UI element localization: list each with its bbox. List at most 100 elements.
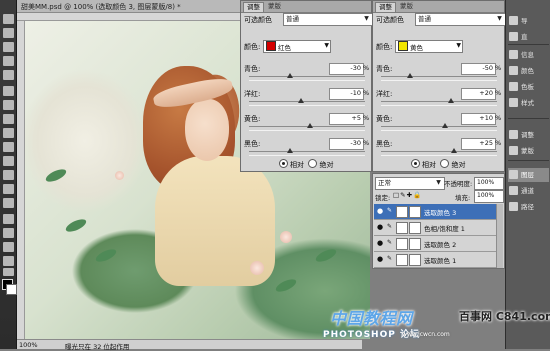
radio-absolute[interactable] [308,159,318,168]
slider-value-field[interactable]: -30 [329,138,364,150]
slider-thumb[interactable] [450,148,457,153]
layer-mask-thumbnail[interactable] [409,254,421,266]
fill-field[interactable]: 100% [474,190,504,203]
radio-relative[interactable] [279,159,288,168]
dock-item[interactable]: 颜色 [508,64,549,78]
colors-dropdown[interactable]: 红色 ▼ [263,40,331,53]
dock-item[interactable]: 通道 [508,184,549,198]
percent-sign: % [495,64,502,72]
preset-dropdown[interactable]: 普通 ▼ [415,13,506,26]
slider-track[interactable] [381,73,497,81]
slider-value-field[interactable]: +20 [461,88,496,100]
layers-panel: 正常 ▼ 不透明度: 100% 锁定: □✎✚🔒 填充: 100% ● ✎ 选取颜色… [372,173,505,269]
opacity-field[interactable]: 100% [474,177,504,190]
slider-label: 黑色: [376,140,393,148]
marquee-tool-icon[interactable] [3,28,14,38]
radio-relative[interactable] [411,159,420,168]
percent-sign: % [495,139,502,147]
dock-item[interactable]: 色板 [508,80,549,94]
dock-item[interactable]: 图层 [508,168,549,182]
slider-thumb[interactable] [298,98,305,103]
status-bar: 100% 曝光只在 32 位起作用 [17,339,362,351]
path-select-tool-icon[interactable] [3,242,14,252]
hand-tool-icon[interactable] [3,268,14,276]
shape-tool-icon[interactable] [3,256,14,266]
tab-masks[interactable]: 蒙版 [397,2,416,11]
slider-track[interactable] [381,123,497,131]
lasso-tool-icon[interactable] [3,42,14,52]
slider-label: 洋红: [376,90,393,98]
slider-track[interactable] [249,123,365,131]
dock-item[interactable]: 直 [508,30,549,44]
layer-row[interactable]: ● ✎ 选取颜色 3 [374,204,498,220]
slider-thumb[interactable] [407,73,413,78]
healing-brush-tool-icon[interactable] [3,100,14,110]
brush-tool-icon[interactable] [3,114,14,124]
gradient-tool-icon[interactable] [3,170,14,180]
preset-value: 普通 [418,15,431,23]
quick-select-tool-icon[interactable] [3,56,14,66]
slider-track[interactable] [381,148,497,156]
blend-mode-dropdown[interactable]: 正常 ▼ [375,177,445,190]
tab-masks[interactable]: 蒙版 [265,2,284,11]
preset-dropdown[interactable]: 普通 ▼ [283,13,373,26]
dock-item[interactable]: 路径 [508,200,549,214]
pen-tool-icon[interactable] [3,214,14,224]
layer-row[interactable]: ● ✎ 选取颜色 2 [374,236,498,252]
eye-icon[interactable]: ● [376,207,384,215]
radio-absolute[interactable] [440,159,450,168]
colors-value: 黄色 [410,44,423,52]
dock-item[interactable]: 蒙版 [508,144,549,158]
slider-value-field[interactable]: +5 [329,113,364,125]
slider-value-field[interactable]: -50 [461,63,496,75]
tab-adjustments[interactable]: 调整 [375,2,396,12]
history-brush-tool-icon[interactable] [3,142,14,152]
dock-item[interactable]: 样式 [508,96,549,110]
layer-mask-thumbnail[interactable] [409,238,421,250]
eye-icon[interactable]: ● [376,223,384,231]
slider-thumb[interactable] [447,98,454,103]
background-color-swatch[interactable] [6,284,17,295]
slider-thumb[interactable] [306,123,313,128]
zoom-level[interactable]: 100% [19,341,38,349]
move-tool-icon[interactable] [3,14,14,24]
type-tool-icon[interactable] [3,228,14,238]
dodge-tool-icon[interactable] [3,198,14,208]
lock-icons[interactable]: □✎✚🔒 [393,191,422,199]
eraser-tool-icon[interactable] [3,156,14,166]
slider-thumb[interactable] [441,123,448,128]
dock-item[interactable]: 信息 [508,48,549,62]
slider-track[interactable] [381,98,497,106]
colors-dropdown[interactable]: 黄色 ▼ [395,40,463,53]
layer-mask-thumbnail[interactable] [409,222,421,234]
adjustment-type-label: 可选颜色 [376,16,404,24]
slider-value-field[interactable]: -10 [329,88,364,100]
slider-value-field[interactable]: +10 [461,113,496,125]
dock-separator [508,160,549,161]
photo-leaf [274,276,298,295]
layers-scrollbar[interactable] [496,204,503,268]
layer-name: 选取颜色 3 [424,209,457,217]
dock-item[interactable]: 调整 [508,128,549,142]
slider-track[interactable] [249,73,365,81]
layer-row[interactable]: ● ✎ 选取颜色 1 [374,252,498,268]
photo-leaf [64,216,88,235]
clone-stamp-tool-icon[interactable] [3,128,14,138]
tab-adjustments[interactable]: 调整 [243,2,264,12]
slider-thumb[interactable] [286,148,293,153]
opacity-label: 不透明度: [444,180,473,188]
slider-track[interactable] [249,148,365,156]
eyedropper-tool-icon[interactable] [3,86,14,96]
slider-value-field[interactable]: +25 [461,138,496,150]
slider-value-field[interactable]: -30 [329,63,364,75]
layer-row[interactable]: ● ✎ 色相/饱和度 1 [374,220,498,236]
chevron-down-icon: ▼ [324,42,329,49]
layer-mask-thumbnail[interactable] [409,206,421,218]
blur-tool-icon[interactable] [3,184,14,194]
eye-icon[interactable]: ● [376,239,384,247]
dock-item[interactable]: 导 [508,14,549,28]
slider-thumb[interactable] [286,73,293,78]
eye-icon[interactable]: ● [376,255,384,263]
slider-track[interactable] [249,98,365,106]
crop-tool-icon[interactable] [3,70,14,80]
